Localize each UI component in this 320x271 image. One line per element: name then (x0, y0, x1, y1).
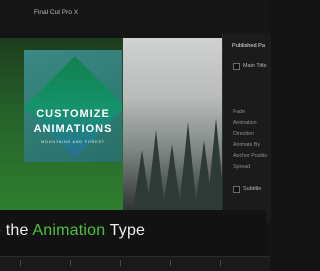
param-direction[interactable]: Direction (233, 131, 254, 137)
caption-highlight: Animation (32, 222, 106, 239)
timeline-mark (20, 260, 21, 266)
param-anchor-position[interactable]: Anchor Positio (233, 153, 267, 159)
overlay-title: CUSTOMIZE ANIMATIONS (24, 107, 122, 137)
param-fade[interactable]: Fade (233, 109, 245, 115)
timeline-mark (120, 260, 121, 266)
app-title: Final Cut Pro X (34, 9, 79, 16)
param-animate-by[interactable]: Animate By (233, 142, 260, 148)
timeline-mark (170, 260, 171, 266)
caption-after: Type (105, 222, 146, 239)
subtitle-checkbox[interactable] (233, 186, 240, 193)
overlay-title-line1: CUSTOMIZE (36, 108, 110, 120)
main-title-label: Main Title (243, 63, 267, 69)
inspector-header: Published Pa (232, 43, 265, 49)
caption-before: e the (0, 222, 29, 239)
title-bar (0, 0, 270, 33)
param-animation[interactable]: Animation (233, 120, 257, 126)
main-title-checkbox[interactable] (233, 63, 240, 70)
timeline-mark (70, 260, 71, 266)
overlay-title-line2: ANIMATIONS (33, 123, 113, 135)
inspector-panel (222, 33, 271, 223)
tree-shape (207, 118, 222, 210)
viewer-forest-image (123, 38, 222, 210)
timeline-strip[interactable] (0, 256, 270, 271)
param-spread[interactable]: Spread (233, 164, 250, 170)
title-overlay[interactable]: CUSTOMIZE ANIMATIONS MOUNTAINS AND FORES… (24, 50, 122, 162)
caption-text: e the Animation Type (0, 222, 145, 240)
overlay-subtitle: MOUNTAINS AND FOREST (41, 140, 105, 144)
timeline-mark (220, 260, 221, 266)
subtitle-label: Subtitle (243, 186, 262, 192)
